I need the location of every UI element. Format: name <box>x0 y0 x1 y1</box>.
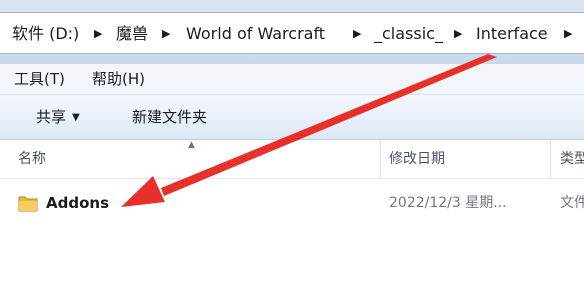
menu-help[interactable]: 帮助(H) <box>92 64 145 94</box>
new-folder-button[interactable]: 新建文件夹 <box>132 95 207 139</box>
explorer-window: 软件 (D:) ▶ 魔兽 ▶ World of Warcraft ▶ _clas… <box>0 0 584 292</box>
breadcrumb-separator-icon[interactable]: ▶ <box>162 13 170 55</box>
address-bar: 软件 (D:) ▶ 魔兽 ▶ World of Warcraft ▶ _clas… <box>0 0 584 64</box>
chevron-down-icon: ▼ <box>72 111 80 123</box>
menu-tools[interactable]: 工具(T) <box>14 64 65 94</box>
share-button[interactable]: 共享 ▼ <box>36 95 80 139</box>
folder-icon <box>18 196 38 212</box>
breadcrumb-separator-icon[interactable]: ▶ <box>564 13 572 55</box>
column-header: ▲ 名称 修改日期 类型 <box>0 140 584 179</box>
breadcrumb-separator-icon[interactable]: ▶ <box>353 13 361 55</box>
column-divider[interactable] <box>380 140 381 178</box>
breadcrumb-separator-icon[interactable]: ▶ <box>94 13 102 55</box>
column-type[interactable]: 类型 <box>560 140 584 178</box>
list-item[interactable]: Addons 2022/12/3 星期... 文件 <box>0 186 584 220</box>
command-toolbar: 共享 ▼ 新建文件夹 <box>0 95 584 140</box>
column-name[interactable]: 名称 <box>18 140 46 178</box>
column-divider[interactable] <box>550 140 551 178</box>
breadcrumb-item-interface[interactable]: Interface <box>476 13 548 55</box>
breadcrumb-item-drive[interactable]: 软件 (D:) <box>12 13 79 55</box>
breadcrumb-item-warcraft[interactable]: 魔兽 <box>116 13 148 55</box>
breadcrumb-item-classic[interactable]: _classic_ <box>374 13 443 55</box>
share-label: 共享 <box>36 108 67 126</box>
menu-bar: 工具(T) 帮助(H) <box>0 64 584 95</box>
file-name[interactable]: Addons <box>46 186 109 220</box>
column-modified[interactable]: 修改日期 <box>389 140 445 178</box>
file-type: 文件 <box>560 195 584 211</box>
sort-arrow-icon: ▲ <box>188 140 195 150</box>
breadcrumb[interactable]: 软件 (D:) ▶ 魔兽 ▶ World of Warcraft ▶ _clas… <box>0 12 584 54</box>
breadcrumb-separator-icon[interactable]: ▶ <box>454 13 462 55</box>
file-modified-date: 2022/12/3 星期... <box>389 195 507 211</box>
breadcrumb-item-world-of-warcraft[interactable]: World of Warcraft <box>186 13 325 55</box>
